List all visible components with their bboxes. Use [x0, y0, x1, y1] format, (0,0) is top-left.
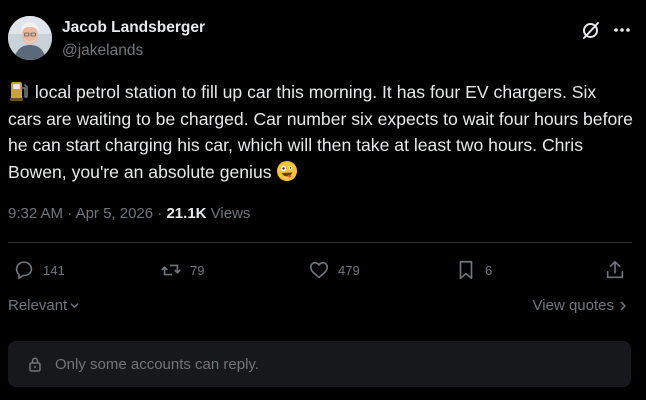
tweet-meta: 9:32 AM · Apr 5, 2026 · 21.1K Views: [8, 205, 250, 222]
meta-separator-2: ·: [153, 205, 167, 222]
share-icon: [606, 260, 624, 279]
repost-button[interactable]: 79: [160, 258, 204, 282]
fuel-pump-emoji: [10, 82, 28, 101]
sort-label: Relevant: [8, 297, 68, 314]
reply-restriction-notice: Only some accounts can reply.: [8, 341, 631, 387]
author-handle[interactable]: @jakelands: [62, 42, 143, 60]
zany-face-emoji: [277, 160, 298, 181]
bookmark-count: 6: [485, 262, 493, 278]
sort-replies-button[interactable]: Relevant: [8, 297, 80, 314]
views-label: Views: [210, 205, 251, 222]
lock-icon: [29, 357, 41, 372]
reply-restriction-text: Only some accounts can reply.: [55, 355, 259, 373]
reply-count: 141: [43, 262, 65, 278]
reply-button[interactable]: 141: [13, 258, 65, 282]
like-button[interactable]: 479: [308, 258, 360, 282]
like-count: 479: [338, 262, 360, 278]
author-name[interactable]: Jacob Landsberger: [62, 19, 205, 37]
views-count: 21.1K: [166, 205, 207, 222]
repost-count: 79: [190, 262, 205, 278]
view-quotes-link[interactable]: View quotes: [533, 297, 628, 314]
heart-icon: [309, 261, 329, 279]
tweet-text: local petrol station to fill up car this…: [8, 79, 633, 185]
more-options-icon[interactable]: [612, 20, 632, 40]
bookmark-button[interactable]: 6: [455, 258, 492, 282]
divider: [8, 242, 632, 243]
share-button[interactable]: [604, 258, 634, 282]
reply-icon: [15, 261, 33, 280]
view-quotes-label: View quotes: [532, 297, 614, 314]
tweet-time[interactable]: 9:32 AM: [8, 205, 63, 222]
tweet-body: local petrol station to fill up car this…: [8, 82, 633, 182]
chevron-down-icon: [70, 303, 79, 309]
grok-icon[interactable]: [581, 20, 601, 40]
bookmark-icon: [459, 260, 473, 280]
tweet-date[interactable]: Apr 5, 2026: [76, 205, 154, 222]
avatar[interactable]: [8, 16, 52, 60]
repost-icon: [161, 264, 181, 276]
chevron-right-icon: [620, 300, 627, 311]
meta-separator: ·: [63, 205, 76, 222]
